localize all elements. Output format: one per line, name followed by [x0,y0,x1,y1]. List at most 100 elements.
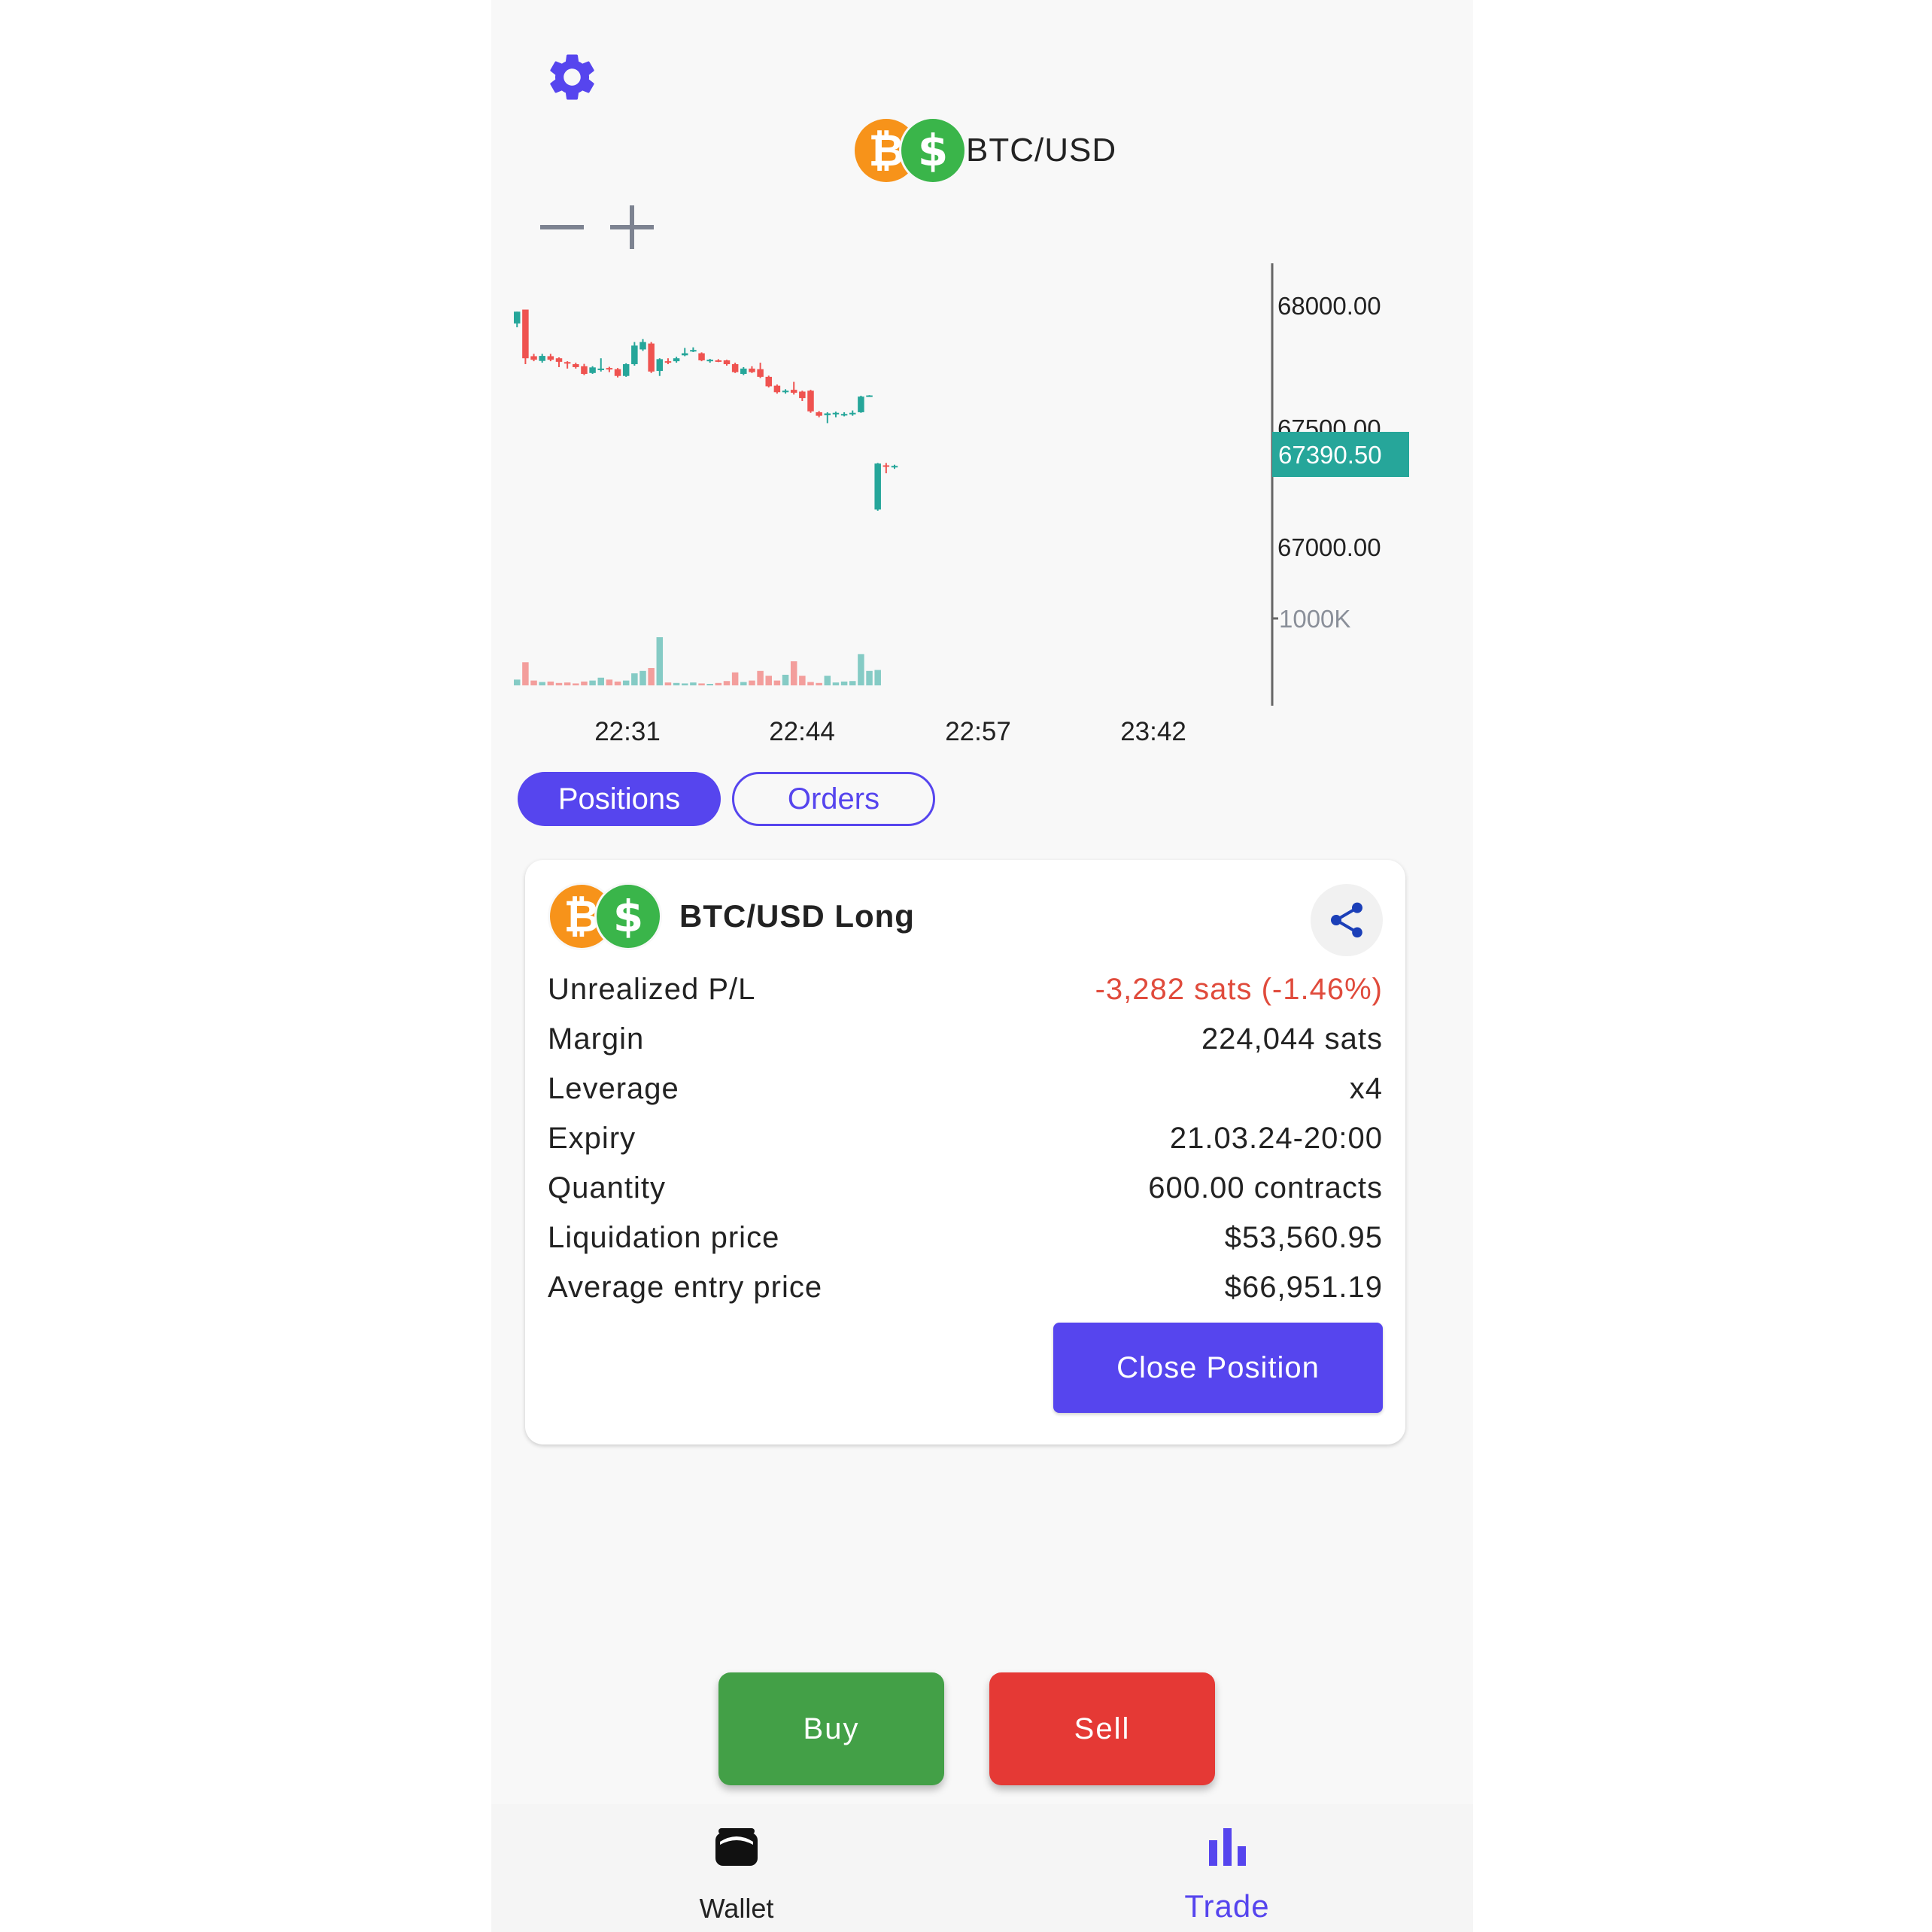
close-position-button[interactable]: Close Position [1053,1323,1383,1413]
candle [539,356,545,361]
tab-orders[interactable]: Orders [732,772,935,826]
price-tick: 68000.00 [1277,292,1381,320]
btc-usd-coin-icon: ₿ $ [852,117,967,184]
candle [858,396,864,412]
volume-bar [673,682,680,685]
zoom-out-icon[interactable] [538,205,586,250]
volume-bar [790,661,797,685]
candle [723,360,731,365]
candle [573,364,579,367]
price-chart[interactable]: 68000.00 67500.00 67000.00 67390.50 1000… [514,256,1454,760]
volume-bar [622,680,630,685]
candle [555,358,563,362]
candle [765,376,772,387]
candle [882,465,890,467]
volume-bar [832,682,840,685]
volume-bar [782,674,789,685]
sell-button[interactable]: Sell [989,1672,1215,1785]
candle [656,359,664,372]
row-margin: Margin 224,044 sats [548,1014,1383,1064]
candle [799,391,806,399]
candle [581,366,588,374]
zoom-in-icon[interactable] [608,205,656,250]
candle [514,311,521,324]
volume-bar [723,681,731,685]
volume-bar [840,681,848,685]
volume-bar [555,682,563,685]
pair-label: BTC/USD [966,132,1117,169]
candles-group [514,309,898,511]
candle [682,353,688,356]
volume-bar [874,670,881,685]
volume-bar [606,679,613,685]
row-label: Quantity [548,1171,666,1204]
bar-chart-icon [1209,1828,1246,1866]
volume-bar [866,670,873,685]
volume-bar [807,682,814,685]
volume-bar [740,682,747,685]
buy-button[interactable]: Buy [718,1672,944,1785]
volume-bar [749,680,755,685]
candle [866,395,873,397]
volume-bar [539,682,545,685]
share-icon[interactable] [1311,884,1383,956]
candle [622,364,630,376]
candle [782,390,789,393]
nav-trade[interactable]: Trade [982,1804,1472,1932]
volume-bar [706,684,713,685]
candle [597,368,604,370]
bottom-nav: Wallet Trade [491,1804,1473,1932]
candle [816,412,822,416]
candle [614,369,621,376]
volume-bar [581,681,588,685]
candle [731,364,739,372]
position-title: BTC/USD Long [679,898,915,934]
volume-bar [564,682,571,685]
volume-bar [698,683,705,685]
candle [564,362,571,364]
current-price-label: 67390.50 [1278,441,1382,469]
volume-bar [614,681,621,685]
candle [673,358,680,362]
volume-bar [765,676,772,685]
volume-bar [573,683,579,685]
volume-bar [514,679,521,685]
volume-bar [799,676,806,685]
wallet-icon [715,1828,758,1866]
candle [790,390,797,393]
volume-bar [715,682,722,685]
volume-bar [639,670,646,685]
volume-bars-group [514,637,881,685]
nav-wallet-label: Wallet [699,1893,774,1924]
candle [522,309,529,359]
volume-bar [522,662,529,685]
candle [589,367,596,373]
row-value: 224,044 sats [1201,1022,1383,1056]
volume-bar [631,673,638,685]
time-tick: 22:44 [769,717,835,746]
row-unrealized-pl: Unrealized P/L -3,282 sats (-1.46%) [548,964,1383,1014]
volume-bar [757,670,764,685]
volume-bar [773,680,781,685]
volume-bar [858,654,864,685]
volume-bar [664,682,672,685]
nav-wallet[interactable]: Wallet [491,1804,982,1932]
row-label: Average entry price [548,1270,823,1304]
dollar-icon: $ [899,117,967,184]
candle [891,466,898,468]
row-label: Margin [548,1022,645,1056]
candle [698,353,705,360]
tab-positions[interactable]: Positions [518,772,721,826]
row-label: Liquidation price [548,1220,780,1254]
candle [664,361,672,363]
candle [639,342,646,350]
price-tick: 67000.00 [1277,533,1381,561]
volume-bar [849,681,856,685]
volume-bar [731,672,739,685]
position-card: ₿ $ BTC/USD Long Unrealized P/L -3,282 s… [525,860,1405,1444]
candle [874,463,881,510]
settings-gear-icon[interactable] [544,49,600,105]
btc-usd-coin-icon: ₿ $ [548,882,662,950]
candle [749,368,755,372]
row-value: $53,560.95 [1224,1220,1383,1254]
